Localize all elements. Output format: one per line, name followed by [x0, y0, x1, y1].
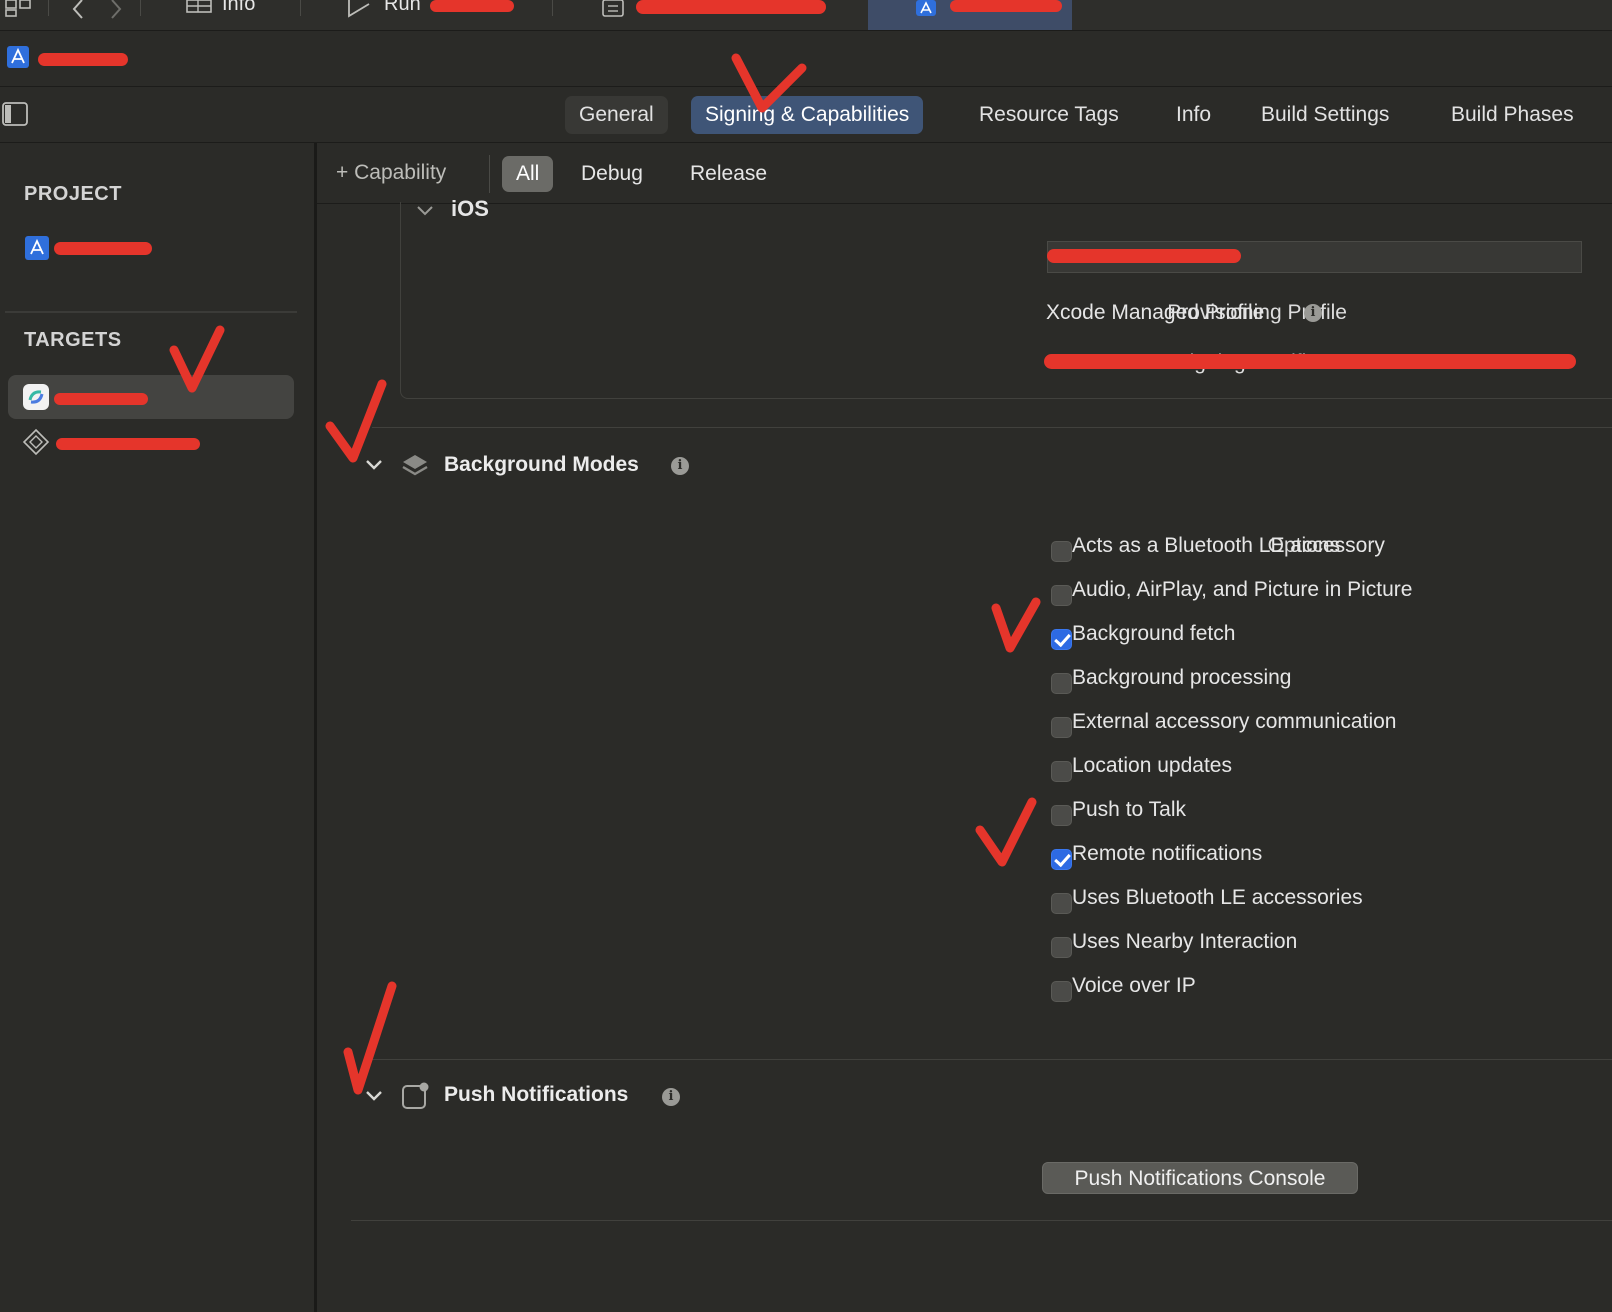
red-annotation-overlay [169, 53, 1041, 1095]
checkmark-annotation [975, 797, 1037, 867]
checkmark-annotation [991, 597, 1041, 653]
checkmark-annotation [343, 981, 397, 1095]
checkmark-annotation [731, 53, 807, 113]
checkmark-annotation [169, 325, 225, 393]
checkmark-annotation [325, 379, 387, 463]
